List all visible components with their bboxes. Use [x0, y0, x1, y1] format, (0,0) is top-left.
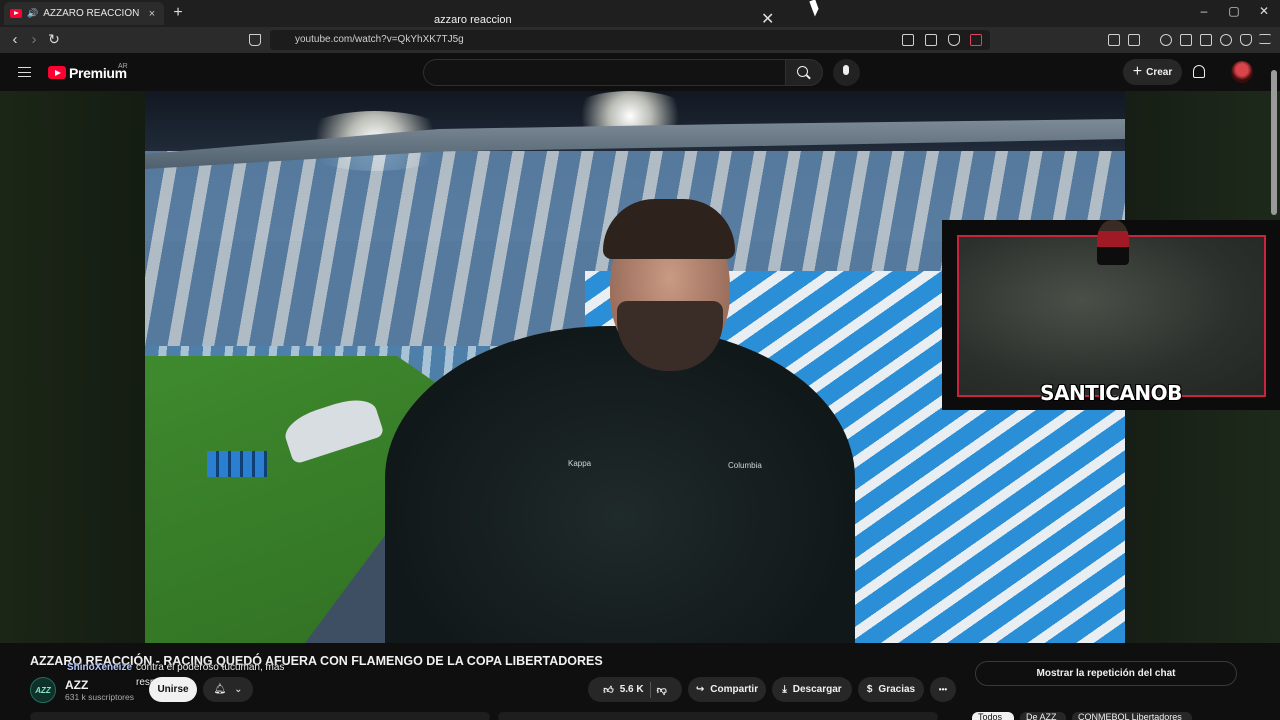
minimize-button[interactable]: – [1195, 4, 1213, 18]
share-button[interactable]: ↪ Compartir [688, 677, 766, 702]
clear-search-icon[interactable]: ✕ [761, 9, 774, 29]
create-button[interactable]: + Crear [1123, 59, 1182, 85]
forward-button[interactable]: › [25, 31, 43, 48]
region-code: AR [118, 63, 128, 70]
notifications-bell-icon[interactable] [1193, 65, 1205, 78]
download-icon: ⤓ [782, 684, 787, 695]
page-scrollbar[interactable] [1271, 70, 1277, 215]
share-page-icon[interactable] [925, 34, 937, 46]
bell-icon: 🔔︎ [213, 684, 227, 695]
chat-replay-message: ShinoXeneize contra el poderoso tucuman, … [67, 662, 284, 673]
browser-tab-bar: 🔊 AZZARO REACCIÓN - RACING × + – ▢ ✕ [0, 0, 1280, 27]
chip-all[interactable]: Todos [972, 712, 1014, 720]
bookmark-icon[interactable] [249, 34, 261, 46]
share-label: Compartir [710, 684, 759, 695]
tab-title: AZZARO REACCIÓN - RACING [43, 8, 141, 19]
browser-tab[interactable]: 🔊 AZZARO REACCIÓN - RACING × [4, 2, 164, 25]
description-box[interactable] [30, 712, 490, 720]
chip-topic[interactable]: CONMEBOL Libertadores [1072, 712, 1192, 720]
download-button[interactable]: ⤓ Descargar [772, 677, 852, 702]
create-label: Crear [1146, 66, 1173, 78]
music-icon[interactable] [1160, 34, 1172, 46]
extensions-icon[interactable] [1108, 34, 1120, 46]
maximize-button[interactable]: ▢ [1225, 4, 1243, 18]
new-tab-button[interactable]: + [170, 4, 186, 22]
like-dislike-group: 👍︎ 5.6 K 👎︎ [588, 677, 682, 702]
cast-icon[interactable] [902, 34, 914, 46]
thumbs-up-icon: 👍︎ [603, 684, 614, 696]
browser-address-bar: ‹ › ↻ youtube.com/watch?v=QkYhXK7TJ5g [0, 27, 1280, 53]
plus-icon: + [1132, 63, 1143, 80]
comment-box[interactable] [498, 712, 938, 720]
chip-from-channel[interactable]: De AZZ [1020, 712, 1066, 720]
adblock-shield-icon[interactable] [1240, 34, 1252, 46]
chat-message-text: contra el poderoso tucuman, mas [136, 662, 285, 673]
subscriber-count: 631 k suscriptores [65, 692, 134, 702]
thumbs-down-icon: 👎︎ [656, 684, 667, 696]
channel-avatar[interactable]: AZZ [30, 677, 56, 703]
youtube-favicon-icon [10, 9, 22, 18]
search-icon[interactable] [797, 66, 808, 77]
youtube-logo-icon[interactable] [48, 66, 66, 79]
thanks-icon: $ [866, 684, 873, 695]
thanks-label: Gracias [878, 684, 916, 695]
youtube-header: Premium AR + Crear [0, 53, 1280, 91]
like-button[interactable]: 👍︎ 5.6 K [603, 684, 643, 696]
avatar[interactable] [1231, 61, 1253, 83]
download-label: Descargar [792, 684, 842, 695]
back-button[interactable]: ‹ [6, 31, 24, 48]
url-text: youtube.com/watch?v=QkYhXK7TJ5g [295, 34, 464, 45]
chat-username: ShinoXeneize [67, 662, 133, 673]
browser-menu-icon[interactable] [1259, 34, 1271, 44]
speaker-icon[interactable]: 🔊 [27, 8, 38, 19]
mic-icon[interactable] [843, 65, 849, 75]
subscription-bell-button[interactable]: 🔔︎ ⌄ [203, 677, 253, 702]
search-input[interactable] [423, 59, 785, 86]
shield-icon[interactable] [948, 34, 960, 46]
wallet-icon[interactable] [1200, 34, 1212, 46]
kappa-logo: Kappa [568, 459, 592, 468]
show-chat-replay-button[interactable]: Mostrar la repetición del chat [975, 661, 1237, 686]
divider [649, 681, 651, 698]
presenter-jacket [385, 326, 855, 643]
share-icon: ↪ [695, 684, 705, 695]
more-actions-button[interactable]: ••• [930, 677, 956, 702]
dislike-button[interactable]: 👎︎ [657, 684, 667, 696]
reload-button[interactable]: ↻ [45, 31, 63, 48]
vpn-icon[interactable] [970, 34, 982, 46]
window-close-button[interactable]: ✕ [1255, 4, 1273, 18]
join-button[interactable]: Unirse [149, 677, 197, 702]
menu-icon[interactable] [18, 67, 31, 77]
channel-name[interactable]: AZZ [65, 678, 88, 692]
tab-close-button[interactable]: × [146, 8, 158, 20]
webcam-streamer-name: SANTICANOB [1040, 381, 1182, 405]
like-count: 5.6 K [619, 684, 644, 695]
chevron-down-icon: ⌄ [234, 684, 243, 695]
screenshot-icon[interactable] [1128, 34, 1140, 46]
blue-drums [207, 451, 267, 477]
ai-icon[interactable] [1220, 34, 1232, 46]
columbia-logo: Columbia [728, 461, 762, 470]
sidebar-icon[interactable] [1180, 34, 1192, 46]
thanks-button[interactable]: $ Gracias [858, 677, 924, 702]
search-query[interactable]: azzaro reaccion [434, 14, 512, 26]
webcam-player-sticker [1097, 220, 1129, 265]
